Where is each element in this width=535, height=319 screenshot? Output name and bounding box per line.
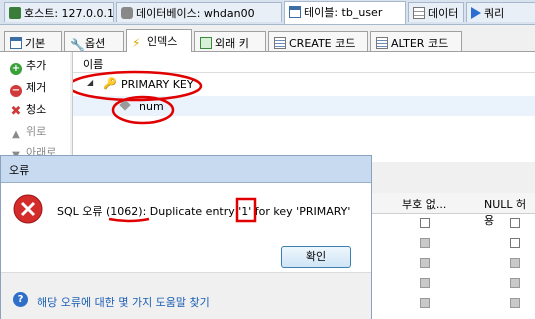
unsigned-checkbox[interactable]: [420, 298, 430, 308]
unsigned-checkbox[interactable]: [420, 238, 430, 248]
clear-x-icon: ✖: [10, 104, 22, 119]
tab-table[interactable]: 테이블: tb_user: [284, 1, 406, 24]
tab-basic[interactable]: 기본: [4, 31, 62, 51]
unsigned-checkbox[interactable]: [420, 278, 430, 288]
move-up-button[interactable]: ▲ 위로: [10, 123, 47, 140]
tab-options-label: 옵션: [85, 37, 106, 50]
add-button-label: 추가: [26, 59, 47, 72]
clear-button-label: 청소: [26, 103, 47, 116]
annotation-underline-code: [108, 217, 150, 223]
allow-null-checkbox[interactable]: [510, 298, 520, 308]
ok-button[interactable]: 확인: [281, 246, 351, 268]
code-icon: [274, 37, 286, 49]
allow-null-checkbox[interactable]: [510, 258, 520, 268]
grid-header: 부호 없... NULL 허용: [372, 193, 535, 227]
red-annotation-marks: [108, 197, 257, 223]
annotation-box-entry: [235, 197, 257, 223]
tab-options[interactable]: 🔧옵션: [64, 31, 124, 52]
tab-data-label: 데이터: [428, 7, 459, 20]
wrench-icon: 🔧: [70, 38, 85, 52]
tab-query[interactable]: 쿼리: [466, 2, 535, 22]
table-icon: [10, 37, 22, 49]
help-link[interactable]: 해당 오류에 대한 몇 가지 도움말 찾기: [37, 294, 210, 310]
data-grid-icon: [413, 7, 425, 19]
tab-alter-code-label: ALTER 코드: [391, 37, 449, 50]
columns-grid: 부호 없... NULL 허용: [372, 193, 535, 319]
host-icon: [9, 7, 21, 19]
tab-data[interactable]: 데이터: [408, 2, 464, 22]
tab-create-code-label: CREATE 코드: [289, 37, 356, 50]
help-icon: ?: [13, 292, 28, 307]
dialog-title-bar: 오류: [1, 156, 371, 183]
dialog-title: 오류: [9, 164, 30, 177]
remove-button-label: 제거: [26, 81, 47, 94]
sub-tab-bar: 기본 🔧옵션 ⚡ 인덱스 외래 키 CREATE 코드 ALTER 코드: [0, 29, 535, 52]
red-annotation-marks: [73, 70, 203, 125]
remove-icon: −: [10, 85, 22, 97]
allow-null-checkbox[interactable]: [510, 278, 520, 288]
tab-host-label: 호스트: 127.0.0.1: [24, 7, 115, 20]
allow-null-checkbox[interactable]: [510, 218, 520, 228]
play-icon: [471, 7, 481, 19]
tab-indexes-label: 인덱스: [147, 35, 178, 48]
index-tree: 이름 ◢ 🔑 PRIMARY KEY num: [72, 52, 535, 162]
unsigned-checkbox[interactable]: [420, 218, 430, 228]
tab-foreign-keys[interactable]: 외래 키: [194, 31, 266, 51]
tab-database[interactable]: 데이터베이스: whdan00: [116, 2, 282, 22]
lightning-icon: ⚡: [132, 36, 141, 50]
clear-button[interactable]: ✖ 청소: [10, 101, 47, 119]
error-dialog: 오류 SQL 오류 (1062): Duplicate entry '1' fo…: [0, 155, 372, 319]
remove-button[interactable]: − 제거: [10, 79, 47, 97]
unsigned-column-header: 부호 없...: [402, 198, 447, 211]
index-toolbar: +추가 −제거 ✖청소 ▲위로 ▼아래로: [0, 52, 70, 162]
arrow-up-icon: ▲: [12, 129, 20, 140]
foreign-key-icon: [200, 37, 212, 49]
allow-null-checkbox[interactable]: [510, 238, 520, 248]
tab-host[interactable]: 호스트: 127.0.0.1: [4, 2, 114, 22]
tab-alter-code[interactable]: ALTER 코드: [370, 31, 462, 51]
tab-foreign-keys-label: 외래 키: [215, 37, 249, 50]
tab-basic-label: 기본: [25, 37, 46, 50]
move-up-button-label: 위로: [26, 125, 47, 138]
tab-indexes[interactable]: ⚡ 인덱스: [126, 29, 192, 52]
tab-table-label: 테이블: tb_user: [304, 6, 383, 19]
top-tab-bar: 호스트: 127.0.0.1 데이터베이스: whdan00 테이블: tb_u…: [0, 0, 535, 25]
code-icon: [376, 37, 388, 49]
tab-database-label: 데이터베이스: whdan00: [136, 7, 255, 20]
tab-create-code[interactable]: CREATE 코드: [268, 31, 368, 51]
add-icon: +: [10, 63, 22, 75]
annotation-oval-primary-key: [73, 70, 203, 102]
add-button[interactable]: + 추가: [10, 57, 47, 75]
database-icon: [121, 7, 133, 19]
tab-query-label: 쿼리: [484, 7, 505, 20]
unsigned-checkbox[interactable]: [420, 258, 430, 268]
table-icon: [289, 6, 301, 18]
